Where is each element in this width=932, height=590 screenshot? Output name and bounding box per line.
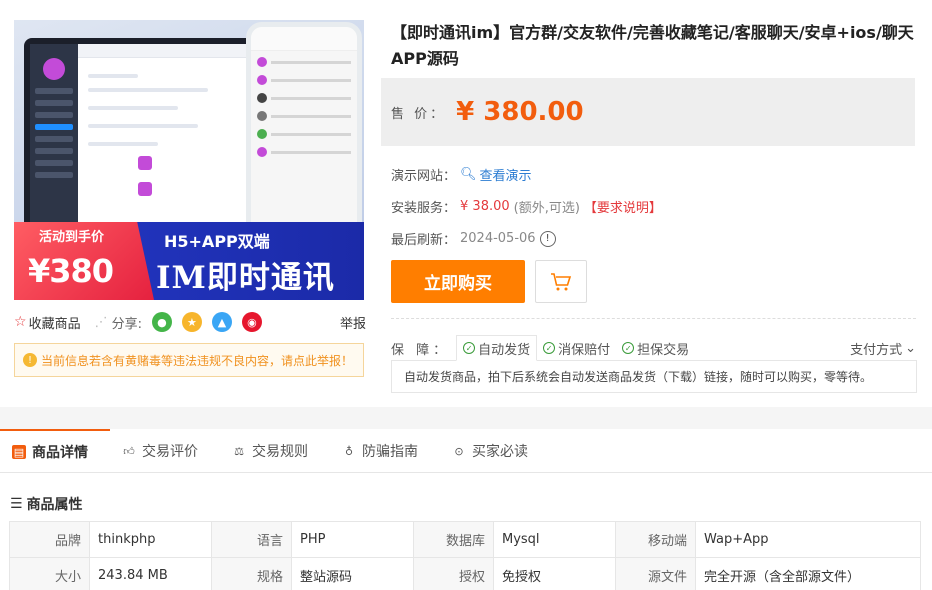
promo-label: 活动到手价 bbox=[39, 230, 105, 245]
demo-row: 演示网站： 🔍︎ 查看演示 bbox=[391, 165, 532, 184]
check-icon: ✓ bbox=[543, 342, 556, 354]
payment-method-dropdown[interactable]: 支付方式 ⌄ bbox=[850, 339, 916, 358]
star-icon: ☆ bbox=[14, 314, 27, 330]
refresh-row: 最后刷新： 2024-05-06 ! bbox=[391, 229, 556, 248]
product-image[interactable]: 活动到手价 ¥380 H5+APP双端 IM即时通讯 bbox=[14, 20, 364, 300]
add-to-cart-button[interactable] bbox=[535, 260, 587, 303]
share-group: ⋰ 分享: ● ★ ▲ ◉ bbox=[95, 312, 262, 332]
requirements-link[interactable]: 【要求说明】 bbox=[584, 197, 662, 216]
tab-reviews[interactable]: 👍︎ 交易评价 bbox=[110, 429, 220, 473]
report-notice[interactable]: ! 当前信息若含有黄赌毒等违法违规不良内容，请点此举报！ bbox=[14, 343, 364, 377]
check-icon: ✓ bbox=[463, 342, 476, 354]
install-price: ¥ 38.00 bbox=[460, 199, 510, 214]
info-icon: ⊙ bbox=[454, 444, 464, 458]
thumb-icon: 👍︎ bbox=[123, 444, 135, 458]
view-demo-link[interactable]: 🔍︎ 查看演示 bbox=[460, 165, 532, 184]
install-row: 安装服务： ¥ 38.00 (额外,可选) 【要求说明】 bbox=[391, 197, 662, 216]
price-label: 售 价： bbox=[391, 106, 447, 122]
scale-icon: ⚖ bbox=[234, 444, 244, 458]
headline: IM即时通讯 bbox=[156, 260, 335, 296]
qzone-icon[interactable]: ★ bbox=[181, 312, 202, 332]
tagline: H5+APP双端 bbox=[164, 232, 270, 251]
favorite-button[interactable]: ☆ 收藏商品 bbox=[14, 313, 81, 332]
qq-icon[interactable]: ▲ bbox=[211, 312, 232, 332]
table-row: 品牌 thinkphp 语言 PHP 数据库 Mysql 移动端 Wap+App bbox=[9, 521, 921, 558]
guarantee-row: 保 障： ✓ 自动发货 ✓ 消保赔付 ✓ 担保交易 支付方式 ⌄ bbox=[391, 335, 916, 361]
guarantee-auto-delivery[interactable]: ✓ 自动发货 bbox=[456, 335, 538, 361]
tab-buyer-notice[interactable]: ⊙ 买家必读 bbox=[440, 429, 550, 473]
divider bbox=[391, 318, 916, 319]
table-row: 大小 243.84 MB 规格 整站源码 授权 免授权 源文件 完全开源（含全部… bbox=[9, 557, 921, 590]
check-icon: ✓ bbox=[622, 342, 635, 354]
tab-anti-fraud[interactable]: ♁ 防骗指南 bbox=[330, 429, 440, 473]
guarantee-description: 自动发货商品，拍下后系统会自动发送商品发货（下载）链接，随时可以购买，零等待。 bbox=[391, 360, 917, 393]
product-page: 活动到手价 ¥380 H5+APP双端 IM即时通讯 ☆ 收藏商品 ⋰ 分享: … bbox=[0, 0, 932, 590]
product-tools: ☆ 收藏商品 ⋰ 分享: ● ★ ▲ ◉ 举报 bbox=[14, 312, 366, 332]
search-icon: 🔍︎ bbox=[460, 167, 477, 182]
buy-now-button[interactable]: 立即购买 bbox=[391, 260, 525, 303]
promo-banner: 活动到手价 ¥380 H5+APP双端 IM即时通讯 bbox=[14, 222, 364, 300]
cart-icon bbox=[551, 272, 572, 290]
refresh-date: 2024-05-06 bbox=[460, 231, 536, 246]
attributes-table: 品牌 thinkphp 语言 PHP 数据库 Mysql 移动端 Wap+App… bbox=[9, 521, 921, 590]
guarantee-escrow[interactable]: ✓ 担保交易 bbox=[616, 335, 695, 361]
bulb-icon: ! bbox=[23, 353, 37, 367]
weibo-icon[interactable]: ◉ bbox=[241, 312, 262, 332]
list-search-icon: ☰ bbox=[10, 496, 23, 512]
chevron-down-icon: ⌄ bbox=[905, 340, 916, 356]
share-icon: ⋰ bbox=[94, 314, 108, 330]
tab-trade-rules[interactable]: ⚖ 交易规则 bbox=[220, 429, 330, 473]
section-separator bbox=[0, 407, 932, 429]
product-title: 【即时通讯im】官方群/交友软件/完善收藏笔记/客服聊天/安卓+ios/聊天AP… bbox=[391, 23, 914, 68]
info-icon[interactable]: ! bbox=[539, 230, 556, 247]
detail-icon: ▤ bbox=[12, 445, 26, 459]
laptop-mockup bbox=[24, 38, 274, 238]
attributes-title: ☰ 商品属性 bbox=[10, 496, 83, 513]
wechat-icon[interactable]: ● bbox=[151, 312, 172, 332]
bulb-icon: ♁ bbox=[344, 444, 354, 458]
detail-tabs: ▤ 商品详情 👍︎ 交易评价 ⚖ 交易规则 ♁ 防骗指南 ⊙ 买家必读 bbox=[0, 429, 932, 473]
install-note: (额外,可选) bbox=[513, 201, 580, 216]
phone-mockup bbox=[246, 22, 362, 254]
price-value: ¥ 380.00 bbox=[456, 97, 584, 127]
guarantee-compensation[interactable]: ✓ 消保赔付 bbox=[537, 335, 616, 361]
tab-product-details[interactable]: ▤ 商品详情 bbox=[0, 429, 110, 473]
price-box: 售 价： ¥ 380.00 bbox=[381, 78, 915, 146]
report-link[interactable]: 举报 bbox=[340, 313, 366, 332]
promo-price: ¥380 bbox=[28, 252, 114, 290]
